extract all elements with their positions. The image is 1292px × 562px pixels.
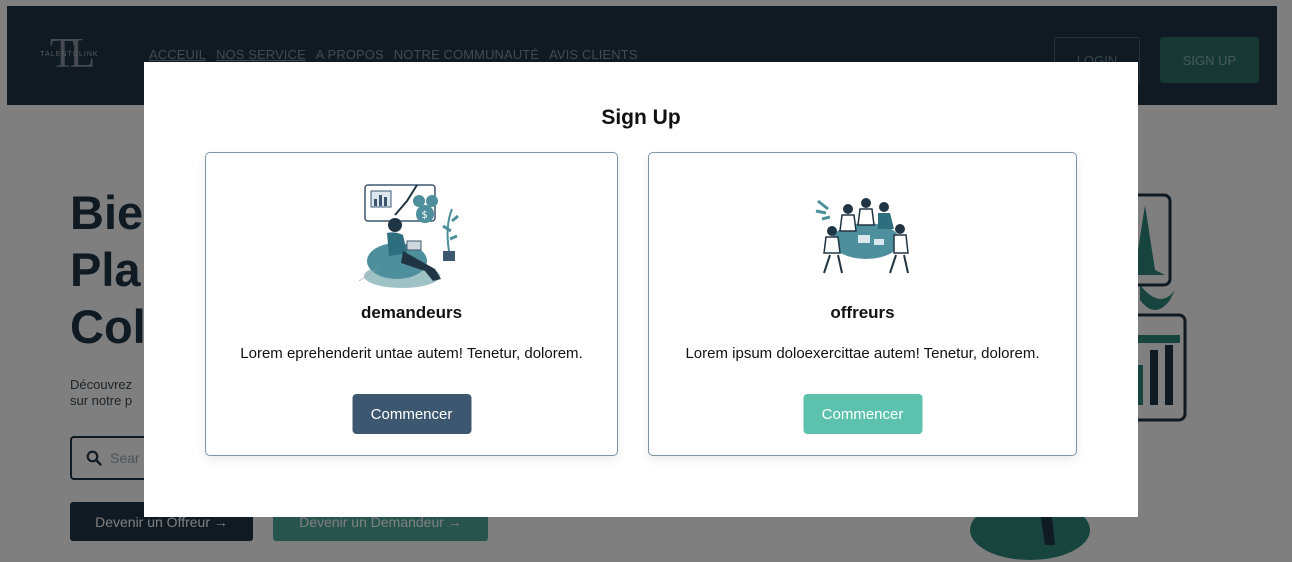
card-description: Lorem eprehenderit untae autem! Tenetur,… bbox=[240, 345, 583, 362]
commencer-offreurs-button[interactable]: Commencer bbox=[803, 394, 922, 434]
commencer-demandeurs-button[interactable]: Commencer bbox=[352, 394, 471, 434]
demandeurs-card[interactable]: $ demandeurs Lorem eprehenderit untae au… bbox=[205, 152, 618, 456]
team-meeting-icon bbox=[815, 198, 909, 274]
modal-title: Sign Up bbox=[601, 106, 681, 129]
card-name: offreurs bbox=[830, 303, 895, 322]
card-description: Lorem ipsum doloexercittae autem! Tenetu… bbox=[685, 345, 1040, 362]
svg-text:$: $ bbox=[421, 210, 427, 221]
offreurs-card[interactable]: offreurs Lorem ipsum doloexercittae aute… bbox=[648, 152, 1077, 456]
person-on-beanbag-icon: $ bbox=[358, 184, 459, 288]
signup-modal: Sign Up $ demandeurs Lorem eprehenderit … bbox=[144, 62, 1138, 517]
card-name: demandeurs bbox=[360, 303, 463, 322]
